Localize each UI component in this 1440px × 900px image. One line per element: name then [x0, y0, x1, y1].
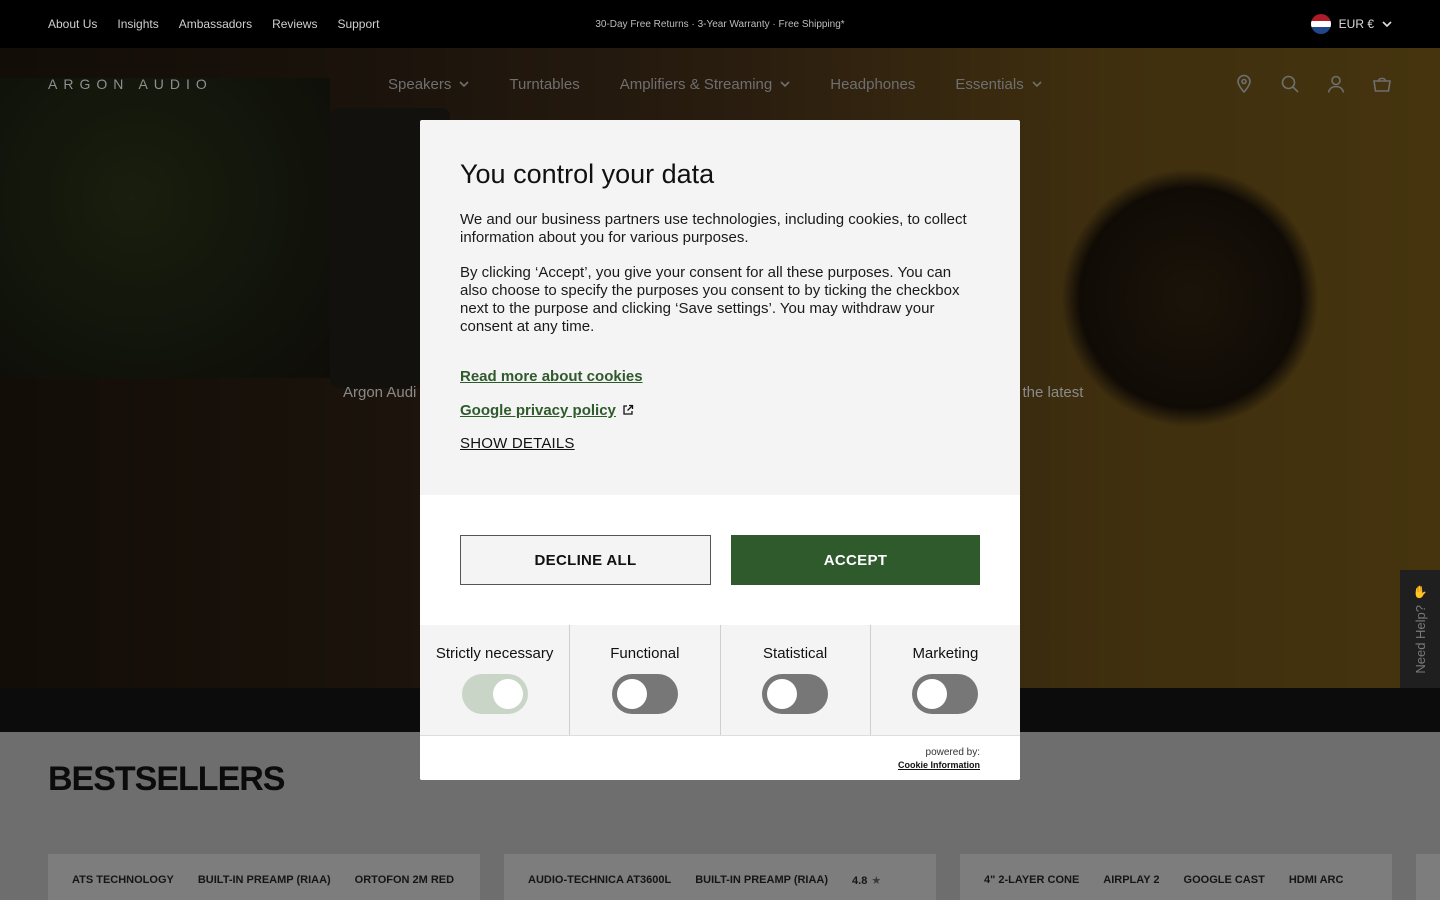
google-privacy-policy-label: Google privacy policy	[460, 401, 616, 419]
category-label: Strictly necessary	[435, 645, 554, 662]
consent-categories: Strictly necessary Functional Statistica…	[420, 625, 1020, 735]
functional-toggle[interactable]	[611, 674, 678, 714]
menu-speakers[interactable]: Speakers	[388, 76, 469, 93]
menu-essentials-label: Essentials	[955, 75, 1024, 93]
cart-icon[interactable]	[1372, 74, 1392, 94]
consent-title: You control your data	[460, 159, 715, 189]
product-feature-tag: GOOGLE CAST	[1183, 874, 1265, 886]
consent-intro: We and our business partners use technol…	[460, 210, 967, 246]
chevron-down-icon	[1382, 21, 1392, 28]
product-card[interactable]: AUDIO-TECHNICA AT3600L BUILT-IN PREAMP (…	[504, 854, 936, 900]
hero-tagline-start: Argon Audi	[343, 384, 417, 401]
consent-body: You control your data We and our busines…	[420, 120, 1020, 495]
marketing-toggle[interactable]	[912, 674, 979, 714]
read-more-cookies-link[interactable]: Read more about cookies	[460, 368, 980, 385]
chevron-down-icon	[1032, 81, 1042, 88]
main-navigation: ARGON AUDIO Speakers Turntables Amplifie…	[0, 48, 1440, 120]
product-feature-tag: 4" 2-LAYER CONE	[984, 874, 1080, 886]
chevron-down-icon	[780, 81, 790, 88]
netherlands-flag-icon	[1310, 14, 1331, 34]
product-feature-tag: ORTOFON 2M RED	[354, 874, 455, 886]
currency-label: EUR €	[1338, 17, 1374, 31]
menu-turntables[interactable]: Turntables	[509, 76, 579, 93]
main-menu: Speakers Turntables Amplifiers & Streami…	[388, 48, 1042, 120]
need-help-label: Need Help?	[1412, 604, 1428, 674]
cookie-consent-dialog: You control your data We and our busines…	[420, 120, 1020, 780]
product-feature-tag: HDMI ARC	[1288, 874, 1344, 886]
about-us-link[interactable]: About Us	[48, 17, 97, 31]
consent-buttons: DECLINE ALL ACCEPT	[420, 495, 1020, 625]
accept-button[interactable]: ACCEPT	[731, 535, 980, 585]
product-feature-tag: BUILT-IN PREAMP (RIAA)	[197, 874, 331, 886]
decline-all-button[interactable]: DECLINE ALL	[460, 535, 711, 585]
consent-explanation: By clicking ‘Accept’, you give your cons…	[460, 263, 960, 335]
utility-links: About Us Insights Ambassadors Reviews Su…	[48, 17, 379, 31]
location-icon[interactable]	[1234, 74, 1254, 94]
category-label: Functional	[610, 645, 680, 662]
product-feature-tag: AUDIO-TECHNICA AT3600L	[528, 874, 672, 886]
toggle-knob	[492, 679, 523, 709]
cookie-information-link[interactable]: Cookie Information	[898, 760, 980, 770]
header-actions	[1234, 48, 1392, 120]
product-feature-tag: ATS TECHNOLOGY	[72, 874, 174, 886]
need-help-tab[interactable]: ✋ Need Help?	[1400, 570, 1440, 688]
google-privacy-policy-link[interactable]: Google privacy policy	[460, 402, 980, 419]
menu-headphones[interactable]: Headphones	[830, 76, 915, 93]
category-marketing: Marketing	[871, 625, 1020, 735]
rating-value: 4.8	[852, 874, 868, 887]
strictly-necessary-toggle	[461, 674, 528, 714]
hero-tagline-end: g the latest	[1010, 384, 1084, 401]
search-icon[interactable]	[1280, 74, 1300, 94]
menu-amplifiers-label: Amplifiers & Streaming	[619, 75, 773, 93]
category-statistical: Statistical	[721, 625, 871, 735]
product-card[interactable]	[1416, 854, 1440, 900]
support-link[interactable]: Support	[337, 17, 379, 31]
category-strictly-necessary: Strictly necessary	[420, 625, 571, 735]
account-icon[interactable]	[1326, 74, 1346, 94]
insights-link[interactable]: Insights	[117, 17, 158, 31]
argon-audio-logo[interactable]: ARGON AUDIO	[48, 76, 213, 92]
product-card[interactable]: ATS TECHNOLOGY BUILT-IN PREAMP (RIAA) OR…	[48, 854, 480, 900]
powered-by-label: powered by:	[925, 746, 980, 758]
top-utility-bar: About Us Insights Ambassadors Reviews Su…	[0, 0, 1440, 48]
product-rating: 4.8 ★	[852, 874, 882, 888]
category-label: Statistical	[763, 645, 828, 662]
toggle-knob	[616, 679, 647, 709]
external-link-icon	[623, 405, 634, 415]
show-details-link[interactable]: SHOW DETAILS	[460, 435, 980, 452]
product-feature-tag: AIRPLAY 2	[1103, 874, 1160, 886]
hand-wave-icon: ✋	[1412, 584, 1428, 599]
toggle-knob	[767, 679, 798, 709]
menu-headphones-label: Headphones	[830, 75, 916, 93]
menu-speakers-label: Speakers	[388, 75, 452, 93]
category-label: Marketing	[912, 645, 979, 662]
toggle-knob	[917, 679, 948, 709]
product-card[interactable]: 4" 2-LAYER CONE AIRPLAY 2 GOOGLE CAST HD…	[960, 854, 1392, 900]
ambassadors-link[interactable]: Ambassadors	[179, 17, 252, 31]
category-functional: Functional	[570, 625, 721, 735]
reviews-link[interactable]: Reviews	[272, 17, 317, 31]
menu-amplifiers-streaming[interactable]: Amplifiers & Streaming	[620, 76, 791, 93]
currency-selector[interactable]: EUR €	[1310, 14, 1392, 34]
powered-by-footer: powered by: Cookie Information	[420, 735, 1020, 780]
menu-essentials[interactable]: Essentials	[955, 75, 1042, 93]
product-feature-tag: BUILT-IN PREAMP (RIAA)	[695, 874, 829, 886]
chevron-down-icon	[459, 81, 469, 88]
star-icon: ★	[871, 875, 882, 887]
bestsellers-title: BESTSELLERS	[48, 760, 285, 798]
menu-turntables-label: Turntables	[509, 75, 580, 93]
statistical-toggle[interactable]	[762, 674, 829, 714]
